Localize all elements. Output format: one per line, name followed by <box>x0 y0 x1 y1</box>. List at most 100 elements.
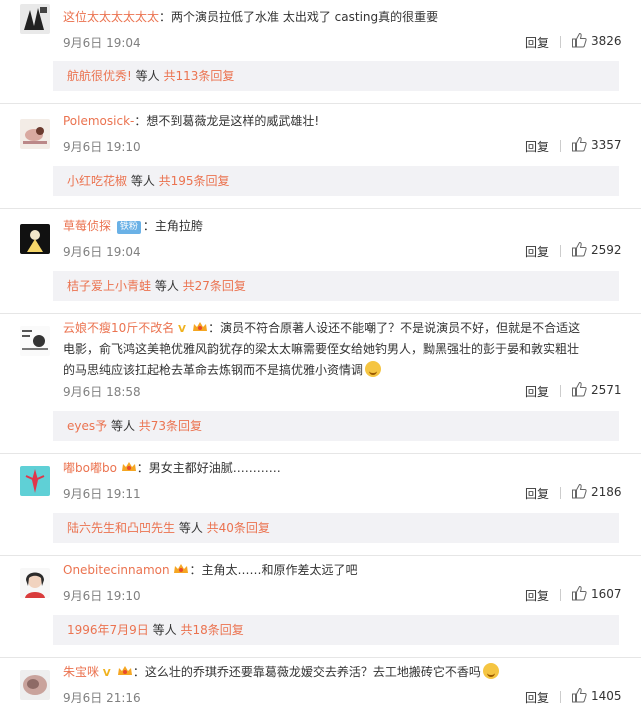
comment-meta: 9月6日 19:11 回复 2186 <box>63 483 629 503</box>
sub-replies: eyes予 等人 共73条回复 <box>53 411 619 441</box>
like-count: 2571 <box>591 383 622 397</box>
thumbs-up-icon <box>572 483 587 499</box>
member-crown-icon <box>117 666 132 675</box>
sub-reply-users[interactable]: 桔子爱上小青蛙 <box>67 279 151 293</box>
sub-replies: 航航很优秀! 等人 共113条回复 <box>53 61 619 91</box>
comment-meta: 9月6日 19:10 回复 1607 <box>63 585 629 605</box>
timestamp: 9月6日 21:16 <box>63 691 141 705</box>
like-button[interactable]: 2571 <box>571 381 622 399</box>
comment-item: Polemosick-：想不到葛薇龙是这样的威武雄壮! 9月6日 19:10 回… <box>0 104 641 209</box>
sub-reply-users[interactable]: 航航很优秀! <box>67 69 132 83</box>
sub-reply-users[interactable]: 1996年7月9日 <box>67 623 149 637</box>
sub-reply-count[interactable]: 共18条回复 <box>180 623 243 637</box>
comment-body: 这么壮的乔琪乔还要靠葛薇龙嫒交去养活？去工地搬砖它不香吗 <box>144 665 481 679</box>
comment-body-line1: 演员不符合原著人设还不能嘲了？不是说演员不好，但就是不合适这 <box>220 321 581 335</box>
like-count: 2186 <box>591 485 622 499</box>
like-button[interactable]: 3826 <box>571 32 622 50</box>
sub-reply-count[interactable]: 共73条回复 <box>139 419 202 433</box>
like-count: 3357 <box>591 138 622 152</box>
avatar[interactable] <box>20 119 50 149</box>
timestamp: 9月6日 19:04 <box>63 36 141 50</box>
timestamp: 9月6日 19:04 <box>63 245 141 259</box>
reply-button[interactable]: 回复 <box>525 243 549 260</box>
thumbs-up-icon <box>572 136 587 152</box>
member-crown-icon <box>193 322 208 331</box>
sub-reply-users[interactable]: 小红吃花椒 <box>67 174 127 188</box>
comment-item: 嘟bo嘟bo ：男女主都好油腻………… 9月6日 19:11 回复 2186 陆… <box>0 454 641 556</box>
comment-text: 云娘不瘦10斤不改名 V ：演员不符合原著人设还不能嘲了？不是说演员不好，但就是不… <box>63 321 581 335</box>
comment-meta: 9月6日 19:04 回复 3826 <box>63 32 629 52</box>
fan-badge[interactable]: 铁粉 <box>116 221 141 234</box>
sub-reply-count[interactable]: 共113条回复 <box>163 69 234 83</box>
avatar[interactable] <box>20 326 50 356</box>
timestamp: 9月6日 19:10 <box>63 140 141 154</box>
reply-button[interactable]: 回复 <box>525 34 549 51</box>
vip-icon: V <box>178 324 186 335</box>
timestamp: 9月6日 19:10 <box>63 589 141 603</box>
like-button[interactable]: 3357 <box>571 136 622 154</box>
thumbs-up-icon <box>572 585 587 601</box>
username-link[interactable]: Polemosick- <box>63 114 134 128</box>
comment-body: 想不到葛薇龙是这样的威武雄壮! <box>146 114 320 128</box>
thumbs-up-icon <box>572 241 587 257</box>
timestamp: 9月6日 19:11 <box>63 487 141 501</box>
comment-meta: 9月6日 18:58 回复 2571 <box>63 381 629 401</box>
reply-button[interactable]: 回复 <box>525 587 549 604</box>
sub-reply-count[interactable]: 共27条回复 <box>183 279 246 293</box>
username-link[interactable]: 朱宝咪 <box>63 665 99 679</box>
emoji-icon <box>365 361 382 377</box>
divider <box>560 385 561 397</box>
comment-item: 云娘不瘦10斤不改名 V ：演员不符合原著人设还不能嘲了？不是说演员不好，但就是不… <box>0 314 641 454</box>
comment-meta: 9月6日 19:10 回复 3357 <box>63 136 629 156</box>
like-count: 1607 <box>591 587 622 601</box>
emoji-icon <box>482 663 499 679</box>
comment-text: 嘟bo嘟bo ：男女主都好油腻………… <box>63 461 281 475</box>
comment-text: 朱宝咪 V ：这么壮的乔琪乔还要靠葛薇龙嫒交去养活？去工地搬砖它不香吗 <box>63 662 629 683</box>
avatar[interactable] <box>20 4 50 34</box>
like-count: 3826 <box>591 34 622 48</box>
like-button[interactable]: 1607 <box>571 585 622 603</box>
divider <box>560 487 561 499</box>
comment-item: Onebitecinnamon ：主角太……和原作差太远了吧 9月6日 19:1… <box>0 556 641 658</box>
thumbs-up-icon <box>572 32 587 48</box>
divider <box>560 36 561 48</box>
comment-list: 这位太太太太太太：两个演员拉低了水准 太出戏了 casting真的很重要 9月6… <box>0 0 641 707</box>
comment-item: 草莓侦探 铁粉 ：主角拉胯 9月6日 19:04 回复 2592 桔子爱上小青蛙 … <box>0 209 641 314</box>
reply-button[interactable]: 回复 <box>525 383 549 400</box>
username-link[interactable]: Onebitecinnamon <box>63 563 170 577</box>
reply-button[interactable]: 回复 <box>525 689 549 706</box>
like-button[interactable]: 2592 <box>571 241 622 259</box>
like-button[interactable]: 2186 <box>571 483 622 501</box>
vip-icon: V <box>102 668 111 679</box>
username-link[interactable]: 草莓侦探 <box>63 219 111 233</box>
comment-body: 男女主都好油腻………… <box>148 461 281 475</box>
member-crown-icon <box>174 564 189 573</box>
like-count: 1405 <box>591 689 622 703</box>
sub-reply-users[interactable]: eyes予 <box>67 419 107 433</box>
username-link[interactable]: 这位太太太太太太 <box>63 10 159 24</box>
comment-body: 主角太……和原作差太远了吧 <box>201 563 358 577</box>
reply-button[interactable]: 回复 <box>525 138 549 155</box>
sub-reply-count[interactable]: 共195条回复 <box>159 174 230 188</box>
sub-replies: 1996年7月9日 等人 共18条回复 <box>53 615 619 645</box>
like-count: 2592 <box>591 243 622 257</box>
thumbs-up-icon <box>572 687 587 703</box>
comment-item: 朱宝咪 V ：这么壮的乔琪乔还要靠葛薇龙嫒交去养活？去工地搬砖它不香吗 9月6日 … <box>0 658 641 707</box>
reply-button[interactable]: 回复 <box>525 485 549 502</box>
like-button[interactable]: 1405 <box>571 687 622 705</box>
avatar[interactable] <box>20 224 50 254</box>
sub-replies: 桔子爱上小青蛙 等人 共27条回复 <box>53 271 619 301</box>
comment-body: 两个演员拉低了水准 太出戏了 casting真的很重要 <box>171 10 439 24</box>
member-crown-icon <box>121 462 136 471</box>
comment-text: 草莓侦探 铁粉 ：主角拉胯 <box>63 219 203 234</box>
sub-reply-count[interactable]: 共40条回复 <box>207 521 270 535</box>
comment-body: 主角拉胯 <box>154 219 203 233</box>
sub-reply-users[interactable]: 陆六先生和凸凹先生 <box>67 521 175 535</box>
username-link[interactable]: 云娘不瘦10斤不改名 <box>63 321 174 335</box>
username-link[interactable]: 嘟bo嘟bo <box>63 461 117 475</box>
comment-text: Onebitecinnamon ：主角太……和原作差太远了吧 <box>63 563 358 577</box>
avatar[interactable] <box>20 466 50 496</box>
divider <box>560 140 561 152</box>
avatar[interactable] <box>20 568 50 598</box>
avatar[interactable] <box>20 670 50 700</box>
